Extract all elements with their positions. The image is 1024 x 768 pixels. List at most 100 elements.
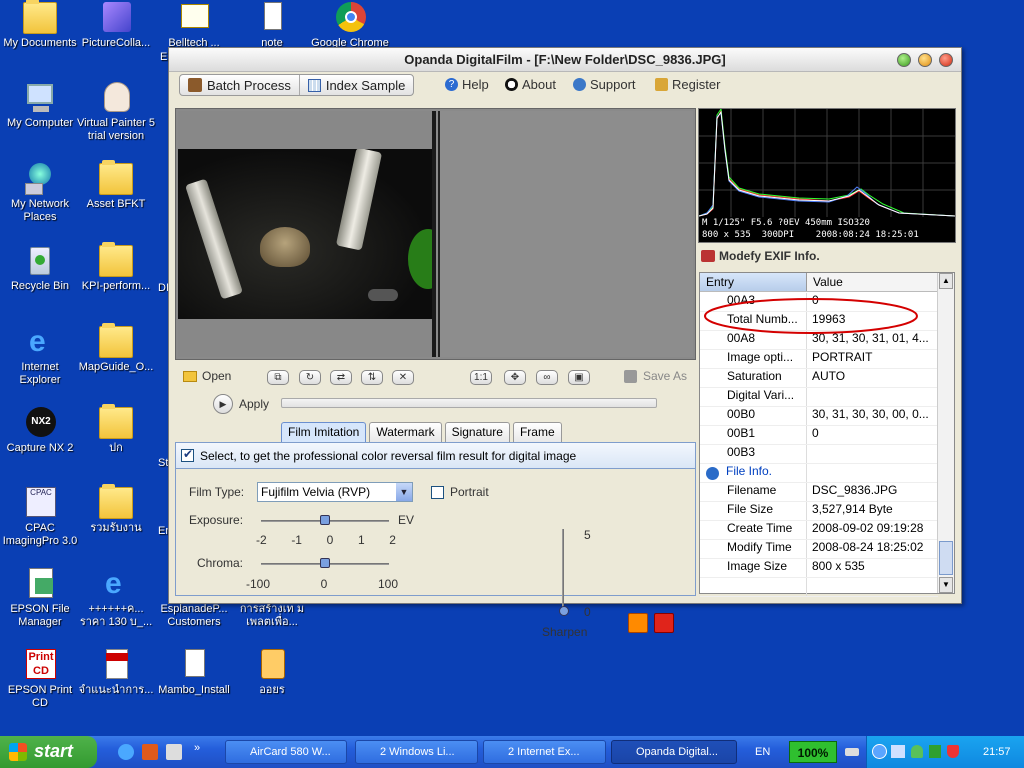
support-link[interactable]: Support: [573, 77, 636, 92]
tab-watermark[interactable]: Watermark: [369, 422, 442, 442]
tray-clock[interactable]: 21:57: [983, 746, 1011, 758]
compare-icon[interactable]: ⧉: [267, 370, 289, 385]
scroll-down-arrow-icon[interactable]: ▼: [939, 577, 953, 593]
save-as-button[interactable]: Save As: [624, 369, 687, 383]
exif-value-cell[interactable]: [807, 578, 938, 596]
scroll-up-arrow-icon[interactable]: ▲: [939, 273, 953, 289]
desktop-icon-epson-print-cd[interactable]: Print CD EPSON Print CD: [0, 649, 80, 710]
desktop-icon-kpi[interactable]: KPI-perform...: [76, 242, 156, 293]
apply-button[interactable]: ▶ Apply: [213, 394, 269, 414]
zoom-1-1-button[interactable]: 1:1: [470, 370, 492, 385]
exif-value-cell[interactable]: 30, 31, 30, 30, 00, 0...: [807, 407, 938, 425]
exif-row[interactable]: [700, 578, 938, 597]
original-image-pane[interactable]: [178, 111, 436, 357]
start-button[interactable]: start: [0, 736, 97, 768]
desktop-icon-ruam-rap-ngan[interactable]: รวมรับงาน: [76, 484, 156, 535]
portrait-checkbox[interactable]: [431, 485, 444, 499]
desktop-icon-pok[interactable]: ปก: [76, 404, 156, 455]
desktop-icon-ie-shortcut[interactable]: e ++++++ค... ราคา 130 บ_...: [76, 568, 156, 629]
exif-row[interactable]: Modify Time 2008-08-24 18:25:02: [700, 540, 938, 559]
exif-row[interactable]: Image Size 800 x 535: [700, 559, 938, 578]
help-link[interactable]: ? Help: [445, 77, 489, 92]
preview-image-pane[interactable]: [438, 111, 693, 357]
chevron-down-icon[interactable]: ▼: [396, 483, 412, 501]
maximize-button[interactable]: [918, 53, 932, 67]
exif-value-cell[interactable]: 800 x 535: [807, 559, 938, 577]
tab-film-imitation[interactable]: Film Imitation: [281, 422, 367, 442]
exif-row[interactable]: 00B3: [700, 445, 938, 464]
exposure-slider-thumb[interactable]: [320, 515, 330, 525]
film-enable-row[interactable]: ✔ Select, to get the professional color …: [176, 443, 695, 469]
batch-process-button[interactable]: Batch Process: [180, 75, 300, 95]
exif-row[interactable]: Saturation AUTO: [700, 369, 938, 388]
entry-column-header[interactable]: Entry: [700, 273, 807, 291]
flip-horizontal-icon[interactable]: ⇄: [330, 370, 352, 385]
film-enable-checkbox[interactable]: ✔: [181, 447, 194, 462]
close-button[interactable]: [939, 53, 953, 67]
portrait-option[interactable]: Portrait: [431, 485, 489, 499]
tray-shield-icon[interactable]: [947, 745, 959, 758]
flip-vertical-icon[interactable]: ⇅: [361, 370, 383, 385]
quicklaunch-doc-icon[interactable]: [166, 744, 182, 760]
scroll-thumb[interactable]: [939, 541, 953, 575]
exif-value-cell[interactable]: DSC_9836.JPG: [807, 483, 938, 501]
desktop-icon-mambo-install[interactable]: Mambo_Install: [154, 649, 234, 697]
taskbar-item-windows-live[interactable]: 2 Windows Li...: [355, 740, 478, 764]
exif-value-cell[interactable]: PORTRAIT: [807, 350, 938, 368]
value-column-header[interactable]: Value: [807, 273, 938, 291]
desktop-icon-pdf[interactable]: จำแนะนำการ...: [76, 649, 156, 697]
desktop-icon-asset-bfkt[interactable]: Asset BFKT: [76, 160, 156, 211]
taskbar-item-internet-explorer[interactable]: 2 Internet Ex...: [483, 740, 606, 764]
desktop-icon-internet-explorer[interactable]: e Internet Explorer: [0, 326, 80, 387]
desktop-icon-mapguide[interactable]: MapGuide_O...: [76, 323, 156, 374]
taskbar-item-opanda[interactable]: Opanda Digital...: [611, 740, 737, 764]
close-image-icon[interactable]: ✕: [392, 370, 414, 385]
rotate-icon[interactable]: ↻: [299, 370, 321, 385]
plug-icon[interactable]: [845, 748, 859, 756]
chroma-slider-thumb[interactable]: [320, 558, 330, 568]
desktop-icon-my-documents[interactable]: My Documents: [0, 0, 80, 50]
exif-value-cell[interactable]: [807, 445, 938, 463]
tab-signature[interactable]: Signature: [444, 422, 510, 442]
quicklaunch-ie-icon[interactable]: [118, 744, 134, 760]
tray-sync-icon[interactable]: [929, 745, 941, 758]
fit-icon[interactable]: ∞: [536, 370, 558, 385]
exif-value-cell[interactable]: [807, 464, 938, 482]
tab-frame[interactable]: Frame: [512, 422, 562, 442]
exif-row[interactable]: Image opti... PORTRAIT: [700, 350, 938, 369]
desktop-icon-belltech[interactable]: Belltech ...: [154, 2, 234, 50]
title-bar[interactable]: Opanda DigitalFilm - [F:\New Folder\DSC_…: [169, 48, 961, 72]
about-link[interactable]: About: [505, 77, 556, 92]
exif-value-cell[interactable]: 3,527,914 Byte: [807, 502, 938, 520]
kodak-icon[interactable]: [628, 613, 648, 633]
move-icon[interactable]: ✥: [504, 370, 526, 385]
desktop-icon-my-network-places[interactable]: My Network Places: [0, 163, 80, 224]
exif-value-cell[interactable]: 2008-09-02 09:19:28: [807, 521, 938, 539]
desktop-icon-note[interactable]: note: [232, 2, 312, 50]
desktop-icon-virtual-painter[interactable]: Virtual Painter 5 trial version: [76, 82, 156, 143]
sharpen-slider-thumb[interactable]: [559, 606, 569, 616]
register-link[interactable]: Register: [655, 77, 720, 92]
exif-value-cell[interactable]: [807, 388, 938, 406]
exif-value-cell[interactable]: 0: [807, 426, 938, 444]
desktop-icon-cpac[interactable]: CPAC CPAC ImagingPro 3.0: [0, 487, 80, 548]
open-button[interactable]: Open: [183, 369, 231, 383]
exif-row[interactable]: File Info.: [700, 464, 938, 483]
exif-value-cell[interactable]: AUTO: [807, 369, 938, 387]
exif-row[interactable]: Create Time 2008-09-02 09:19:28: [700, 521, 938, 540]
index-sample-button[interactable]: Index Sample: [300, 75, 414, 95]
exif-value-cell[interactable]: 2008-08-24 18:25:02: [807, 540, 938, 558]
exif-row[interactable]: 00B1 0: [700, 426, 938, 445]
sharpen-slider-track[interactable]: [562, 529, 564, 609]
desktop-icon-capture-nx2[interactable]: NX2 Capture NX 2: [0, 407, 80, 455]
desktop-icon-epson-file-manager[interactable]: EPSON File Manager: [0, 568, 80, 629]
exif-panel-title[interactable]: Modefy EXIF Info.: [701, 249, 820, 263]
desktop-icon-oyr[interactable]: ออยร: [232, 649, 312, 697]
quicklaunch-app-icon[interactable]: [142, 744, 158, 760]
desktop-icon-recycle-bin[interactable]: Recycle Bin: [0, 245, 80, 293]
desktop-icon-my-computer[interactable]: My Computer: [0, 82, 80, 130]
exif-row[interactable]: Filename DSC_9836.JPG: [700, 483, 938, 502]
exif-row[interactable]: File Size 3,527,914 Byte: [700, 502, 938, 521]
taskbar-item-aircard[interactable]: AirCard 580 W...: [225, 740, 347, 764]
tray-network-icon[interactable]: [891, 745, 905, 758]
